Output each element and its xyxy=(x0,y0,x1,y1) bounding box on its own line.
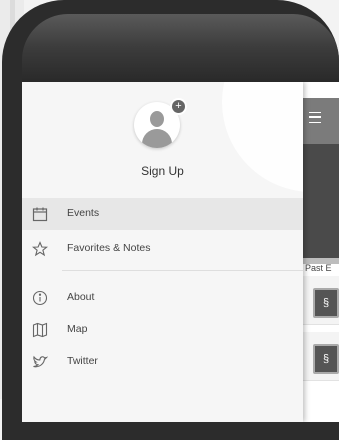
add-photo-icon[interactable]: + xyxy=(172,100,185,113)
phone-bezel xyxy=(22,14,339,88)
menu-item-about[interactable]: About xyxy=(22,282,303,314)
menu-item-twitter[interactable]: Twitter xyxy=(22,346,303,378)
menu-item-label: About xyxy=(67,291,95,303)
past-events-label: Past E xyxy=(305,263,332,273)
event-card[interactable]: § xyxy=(303,276,339,325)
event-logo-icon: § xyxy=(313,288,339,318)
menu-item-map[interactable]: Map xyxy=(22,314,303,346)
menu-divider xyxy=(62,270,303,271)
app-header xyxy=(303,98,339,144)
avatar-head-shape xyxy=(150,111,164,127)
twitter-icon xyxy=(33,355,48,368)
map-icon xyxy=(32,322,48,338)
app-banner xyxy=(303,144,339,258)
event-card[interactable]: § xyxy=(303,332,339,381)
sign-up-link[interactable]: Sign Up xyxy=(22,164,303,178)
event-logo-icon: § xyxy=(313,344,339,374)
menu-item-label: Map xyxy=(67,323,88,335)
phone-screen: Past E § § + Sign Up Events Favorites & … xyxy=(22,82,339,422)
navigation-drawer: + Sign Up Events Favorites & Notes About… xyxy=(22,82,303,422)
menu-item-label: Events xyxy=(67,207,100,219)
calendar-icon xyxy=(32,207,48,222)
star-icon xyxy=(32,241,48,257)
hamburger-menu-icon[interactable] xyxy=(309,112,321,123)
menu-item-events[interactable]: Events xyxy=(22,198,303,230)
menu-item-label: Favorites & Notes xyxy=(67,242,151,254)
info-icon xyxy=(32,290,48,306)
menu-item-favorites-notes[interactable]: Favorites & Notes xyxy=(22,233,303,265)
avatar-body-shape xyxy=(142,129,172,148)
menu-item-label: Twitter xyxy=(67,355,98,367)
